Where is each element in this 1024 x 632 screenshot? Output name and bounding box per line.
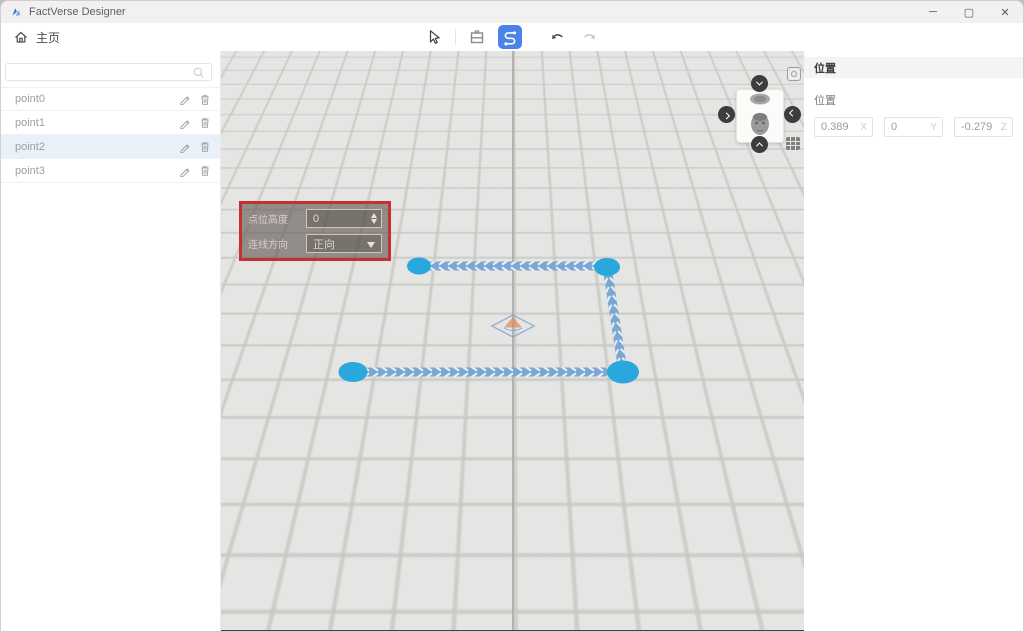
route-icon [500,27,520,47]
position-x-field: X [814,117,873,137]
axis-x-label: X [860,122,867,133]
sidebar: point0 point1 point2 [1,51,221,631]
point-label: point3 [15,165,45,177]
redo-button[interactable] [578,25,602,49]
rotate-up-button[interactable] [751,136,768,153]
minimize-button[interactable]: ─ [915,1,951,23]
home-label: 主页 [36,29,60,46]
path-segment-right [603,266,628,372]
position-z-field: Z [954,117,1013,137]
position-section-label: 位置 [814,92,1013,108]
home-icon [13,29,29,45]
rotate-down-button[interactable] [751,75,768,92]
point-height-label: 点位高度 [248,211,306,226]
line-direction-dropdown[interactable]: 正向 [306,234,382,253]
redo-icon [581,28,599,46]
delete-icon[interactable] [199,116,211,129]
viewport-3d[interactable]: 点位高度 0 连线方向 正向 [221,51,804,632]
line-direction-label: 连线方向 [248,236,306,251]
toolbar: 主页 [1,23,1023,51]
app-logo-icon [10,6,22,18]
delete-icon[interactable] [199,93,211,106]
edit-icon[interactable] [179,117,191,129]
reset-view-button[interactable] [787,67,801,81]
list-item-point2[interactable]: point2 [1,135,220,159]
chevron-down-icon [367,242,375,248]
position-y-field: Y [884,117,943,137]
point-label: point1 [15,117,45,129]
reset-view-icon [791,71,797,77]
stepper-up-icon[interactable] [371,213,377,218]
grid-toggle-button[interactable] [786,137,800,150]
undo-button[interactable] [545,25,569,49]
chevron-left-icon [789,110,796,117]
position-fields: X Y Z [814,117,1013,137]
rotate-right-button[interactable] [784,106,801,123]
inspector-header: 位置 [804,57,1023,78]
axis-z-label: Z [1001,122,1007,133]
path-tool-button[interactable] [498,25,522,49]
chevron-down-icon [756,79,763,86]
stepper-down-icon[interactable] [371,219,377,224]
window-title: FactVerse Designer [29,6,126,18]
point-height-input[interactable]: 0 [306,209,382,228]
app-window: FactVerse Designer ─ ▢ ✕ 主页 [0,0,1024,632]
origin-marker-icon [492,315,534,337]
edit-icon[interactable] [179,141,191,153]
close-button[interactable]: ✕ [987,1,1023,23]
delete-icon[interactable] [199,164,211,177]
inspector-panel: 位置 位置 X Y Z [804,51,1023,631]
waypoint-point3[interactable] [339,362,368,382]
axis-y-label: Y [930,122,937,133]
point-label: point2 [15,141,45,153]
cursor-icon [425,28,443,46]
waypoint-point0[interactable] [407,258,431,275]
view-gizmo [716,63,804,159]
titlebar: FactVerse Designer ─ ▢ ✕ [1,1,1023,23]
toolbar-divider [455,29,456,45]
home-button[interactable]: 主页 [13,26,60,48]
path-segment-bottom [353,368,623,377]
box-icon [468,28,486,46]
edit-icon[interactable] [179,165,191,177]
chevron-right-icon [723,112,730,119]
list-item-point0[interactable]: point0 [1,87,220,111]
point-properties-panel: 点位高度 0 连线方向 正向 [239,201,391,261]
search-icon [192,66,205,79]
point-label: point0 [15,93,45,105]
list-item-point3[interactable]: point3 [1,159,220,183]
waypoint-point2[interactable] [607,361,639,384]
viewcube[interactable] [736,89,784,143]
chevron-up-icon [756,142,763,149]
select-tool-button[interactable] [422,25,446,49]
waypoint-point1[interactable] [594,258,620,276]
viewcube-head-icon [737,90,783,142]
delete-icon[interactable] [199,140,211,153]
list-item-point1[interactable]: point1 [1,111,220,135]
edit-icon[interactable] [179,93,191,105]
undo-icon [548,28,566,46]
path-segment-top [419,262,607,271]
model-tool-button[interactable] [465,25,489,49]
rotate-left-button[interactable] [718,106,735,123]
maximize-button[interactable]: ▢ [951,1,987,23]
search-input[interactable] [6,64,211,80]
stepper-arrows[interactable] [368,211,379,226]
search-box [5,63,212,81]
point-list: point0 point1 point2 [1,87,220,183]
